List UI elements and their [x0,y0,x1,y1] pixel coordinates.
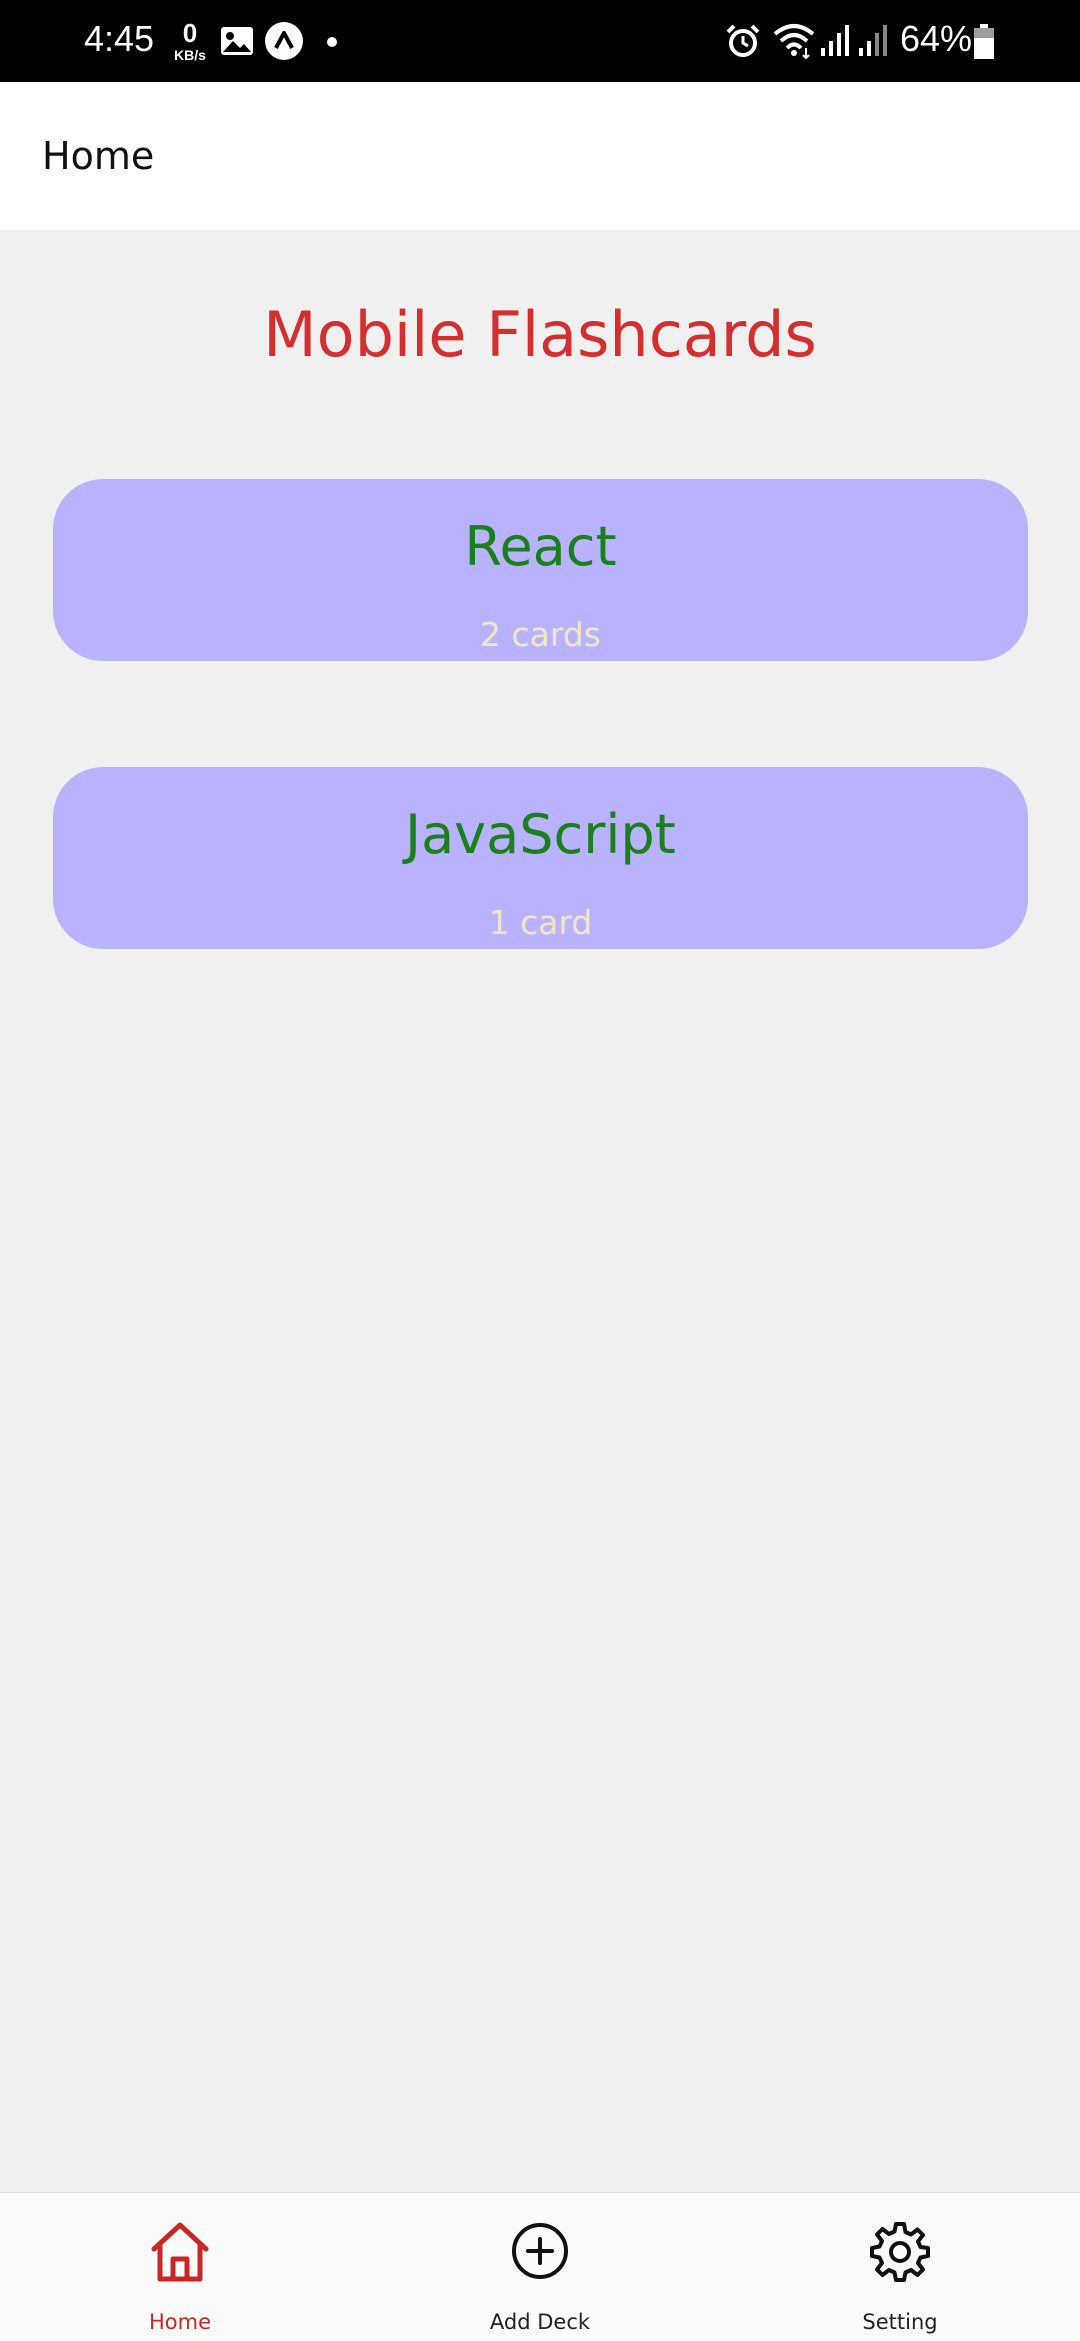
signal-icon [858,22,890,62]
tab-add-deck-label: Add Deck [489,2310,591,2334]
deck-card-javascript[interactable]: JavaScript 1 card [53,767,1028,949]
battery-percent: 64% [900,18,973,59]
bottom-tab-bar: Home Add Deck Setting [0,2192,1080,2341]
network-speed-value: 0 [182,18,198,48]
header-title: Home [42,134,155,178]
notification-dot-icon [327,37,337,47]
tab-setting[interactable]: Setting [720,2193,1080,2341]
deck-name: React [464,515,617,578]
app-header: Home [0,82,1080,230]
page-title: Mobile Flashcards [263,298,817,371]
deck-card-count: 2 cards [480,615,601,654]
signal-icon [820,22,852,62]
status-time: 4:45 [84,18,155,59]
status-bar: 4:45 0 KB/s 64% [0,0,1080,82]
tab-add-deck[interactable]: Add Deck [360,2193,720,2341]
wifi-icon [772,20,816,64]
expo-icon [265,22,303,60]
plus-circle-icon [510,2221,570,2285]
battery-icon [973,24,995,64]
gallery-icon [220,26,254,60]
deck-name: JavaScript [405,803,676,866]
deck-card-count: 1 card [488,903,593,942]
network-speed: 0 KB/s [170,20,210,62]
network-speed-unit: KB/s [174,47,206,63]
tab-setting-label: Setting [862,2310,938,2334]
deck-card-react[interactable]: React 2 cards [53,479,1028,661]
home-icon [150,2221,210,2287]
alarm-icon [724,22,762,64]
gear-icon [869,2221,931,2287]
tab-home[interactable]: Home [0,2193,360,2341]
tab-home-label: Home [148,2310,211,2334]
